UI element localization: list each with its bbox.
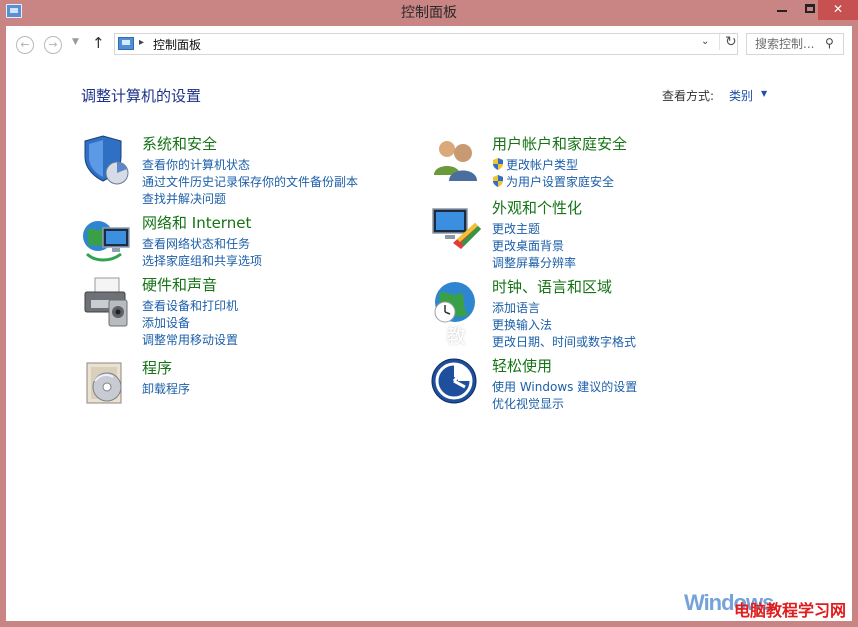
page-title: 调整计算机的设置	[81, 87, 202, 105]
breadcrumb-control-panel[interactable]: 控制面板	[153, 36, 201, 53]
minimize-icon	[777, 10, 787, 12]
category-title[interactable]: 用户帐户和家庭安全	[492, 133, 627, 154]
category-link[interactable]: 通过文件历史记录保存你的文件备份副本	[142, 173, 358, 190]
shield-icon[interactable]	[81, 135, 133, 187]
category-link[interactable]: 使用 Windows 建议的设置	[492, 378, 637, 395]
address-dropdown-icon[interactable]: ⌄	[701, 36, 709, 47]
category-link[interactable]: 更改桌面背景	[492, 237, 564, 254]
category-link[interactable]: 调整屏幕分辨率	[492, 254, 576, 271]
category-link[interactable]: 更换输入法	[492, 316, 552, 333]
category-link[interactable]: 调整常用移动设置	[142, 331, 238, 348]
category-title[interactable]: 程序	[142, 357, 172, 378]
search-icon[interactable]: ⚲	[825, 36, 834, 50]
view-by-chevron-icon[interactable]: ▼	[761, 89, 767, 98]
ease-of-access-icon[interactable]	[431, 357, 483, 409]
breadcrumb-separator-icon[interactable]: ▸	[139, 37, 144, 48]
category-link[interactable]: 查找并解决问题	[142, 190, 226, 207]
back-button[interactable]: ←	[16, 36, 34, 54]
category-link[interactable]: 查看设备和打印机	[142, 297, 238, 314]
search-box[interactable]: ⚲	[746, 33, 844, 55]
category-title[interactable]: 轻松使用	[492, 355, 552, 376]
control-panel-icon	[118, 37, 134, 50]
category-link[interactable]: 优化视觉显示	[492, 395, 564, 412]
category-link[interactable]: 更改日期、时间或数字格式	[492, 333, 636, 350]
category-network-internet: 网络和 Internet 查看网络状态和任务 选择家庭组和共享选项	[81, 214, 411, 284]
address-bar-row: ← → ▼ ↑ ▸ 控制面板 ⌄ ↻ ⚲	[6, 26, 852, 62]
category-appearance: 外观和个性化 更改主题 更改桌面背景 调整屏幕分辨率	[431, 197, 761, 271]
forward-button[interactable]: →	[44, 36, 62, 54]
client-area: ← → ▼ ↑ ▸ 控制面板 ⌄ ↻ ⚲ 调整计算机的设置 查看方式: 类别 ▼	[6, 26, 852, 621]
category-link[interactable]: 更改主题	[492, 220, 540, 237]
watermark-ghost-text: 教	[446, 324, 466, 348]
minimize-button[interactable]	[768, 0, 796, 20]
refresh-icon[interactable]: ↻	[719, 34, 737, 50]
category-hardware-sound: 硬件和声音 查看设备和打印机 添加设备 调整常用移动设置	[81, 274, 411, 348]
programs-icon[interactable]	[81, 359, 133, 411]
title-bar[interactable]: 控制面板 ✕	[0, 0, 858, 26]
category-title[interactable]: 网络和 Internet	[142, 212, 251, 233]
category-title[interactable]: 外观和个性化	[492, 197, 582, 218]
category-link[interactable]: 更改帐户类型	[506, 156, 578, 173]
category-programs: 程序 卸载程序	[81, 359, 411, 429]
category-clock-language-region: 时钟、语言和区域 添加语言 更换输入法 更改日期、时间或数字格式	[431, 276, 761, 350]
printer-icon[interactable]	[81, 276, 133, 328]
category-title[interactable]: 硬件和声音	[142, 274, 217, 295]
view-by-label: 查看方式:	[662, 89, 715, 103]
address-bar[interactable]: ▸ 控制面板 ⌄ ↻	[114, 33, 738, 55]
uac-shield-icon	[493, 175, 503, 187]
category-ease-of-access: 轻松使用 使用 Windows 建议的设置 优化视觉显示	[431, 357, 761, 427]
category-link[interactable]: 选择家庭组和共享选项	[142, 252, 262, 269]
category-link[interactable]: 卸载程序	[142, 380, 190, 397]
uac-shield-icon	[493, 158, 503, 170]
category-link[interactable]: 添加设备	[142, 314, 190, 331]
category-system-security: 系统和安全 查看你的计算机状态 通过文件历史记录保存你的文件备份副本 查找并解决…	[81, 133, 411, 207]
category-link[interactable]: 添加语言	[492, 299, 540, 316]
recent-locations-dropdown[interactable]: ▼	[72, 37, 79, 47]
search-input[interactable]	[747, 34, 823, 54]
network-globe-icon[interactable]	[81, 214, 133, 266]
watermark-site: 电脑教程学习网	[734, 601, 847, 620]
category-link[interactable]: 查看你的计算机状态	[142, 156, 250, 173]
appearance-icon[interactable]	[431, 199, 483, 251]
category-user-accounts: 用户帐户和家庭安全 更改帐户类型 为用户设置家庭安全	[431, 135, 761, 205]
category-title[interactable]: 系统和安全	[142, 133, 217, 154]
view-by-dropdown[interactable]: 类别	[729, 87, 753, 104]
up-button[interactable]: ↑	[92, 34, 105, 52]
users-icon[interactable]	[431, 135, 483, 187]
close-button[interactable]: ✕	[818, 0, 858, 20]
window-title: 控制面板	[401, 5, 457, 21]
category-link[interactable]: 为用户设置家庭安全	[506, 173, 614, 190]
category-link[interactable]: 查看网络状态和任务	[142, 235, 250, 252]
maximize-icon	[805, 4, 815, 13]
category-title[interactable]: 时钟、语言和区域	[492, 276, 612, 297]
control-panel-window: 控制面板 ✕ ← → ▼ ↑ ▸ 控制面板 ⌄ ↻ ⚲ 调整计算机的设置 查看方…	[0, 0, 858, 627]
